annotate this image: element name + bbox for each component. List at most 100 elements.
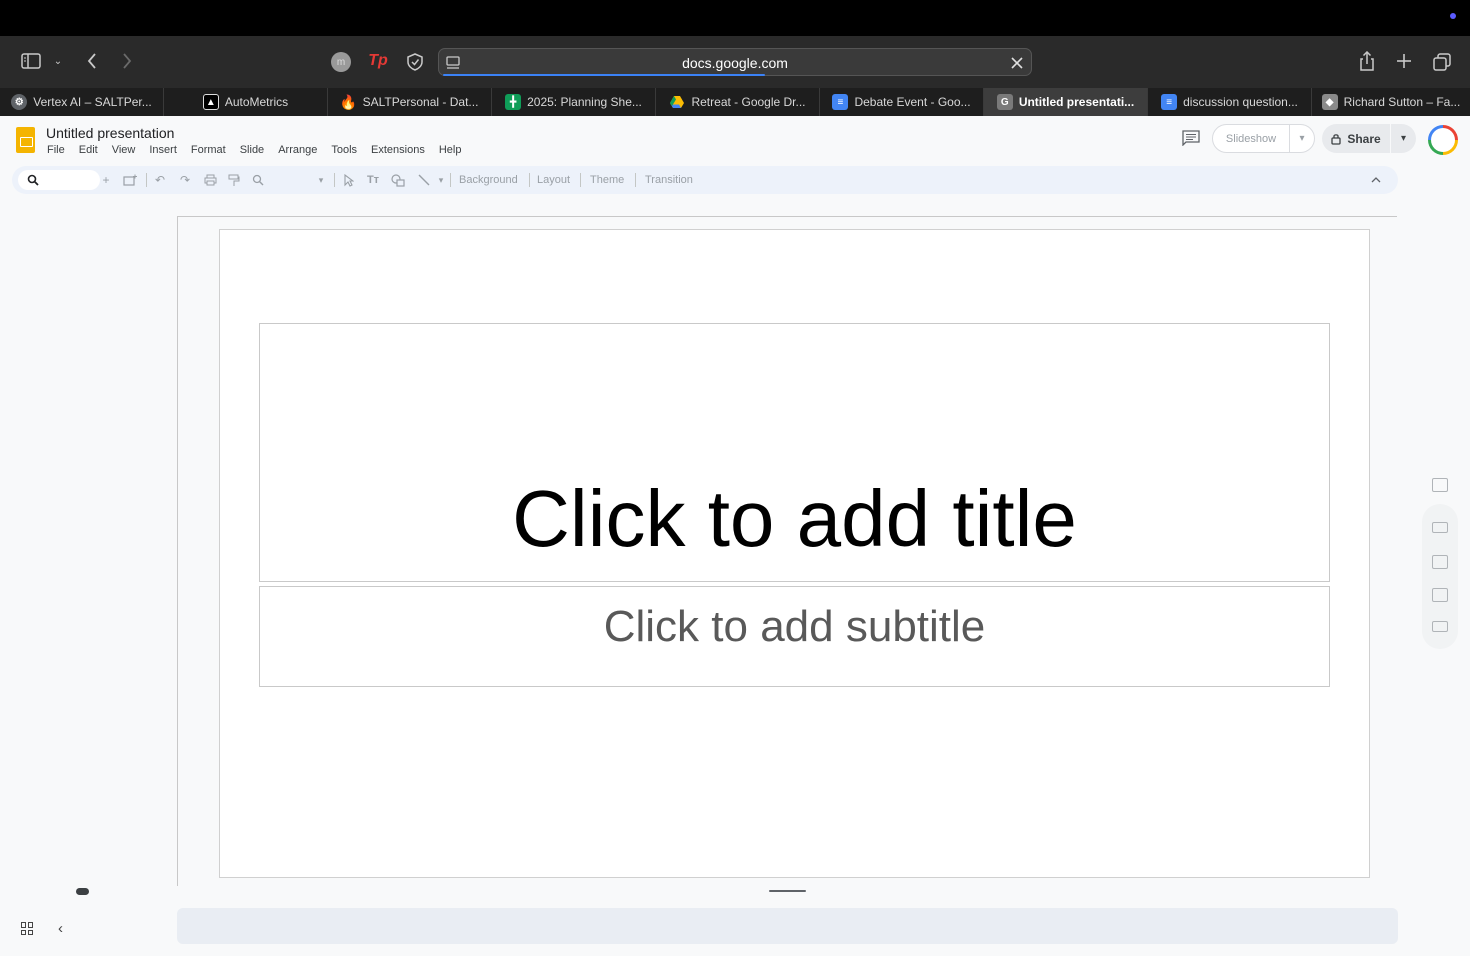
tp-extension-icon[interactable]: Tp (368, 51, 388, 71)
docs-icon: ≡ (1161, 94, 1178, 110)
paint-format-icon[interactable] (226, 172, 242, 188)
drive-icon (669, 94, 685, 110)
url-text[interactable]: docs.google.com (439, 55, 1031, 71)
theme-button[interactable]: Theme (590, 174, 624, 186)
chevron-up-icon[interactable] (1368, 172, 1384, 188)
tab-saltpersonal[interactable]: 🔥 SALTPersonal - Dat... (328, 88, 492, 116)
share-dropdown-icon[interactable]: ▾ (1390, 124, 1416, 153)
tab-overview-icon[interactable] (1432, 52, 1452, 72)
contacts-icon[interactable] (1432, 588, 1448, 602)
editing-toolbar: + ↶ ↷ ▾ Tт ▾ Background Layout Theme Tra… (12, 166, 1398, 194)
shield-icon[interactable] (405, 52, 425, 72)
share-button: Share ▾ (1322, 124, 1416, 153)
menu-extensions[interactable]: Extensions (364, 144, 432, 156)
tab-discussion-questions[interactable]: ≡ discussion question... (1148, 88, 1312, 116)
share-icon[interactable] (1358, 50, 1376, 72)
menu-edit[interactable]: Edit (72, 144, 105, 156)
sidebar-toggle-icon[interactable] (20, 52, 42, 70)
tab-label: Untitled presentati... (1018, 95, 1135, 109)
tab-label: Retreat - Google Dr... (691, 95, 806, 109)
folder-icon[interactable] (1432, 621, 1448, 632)
new-slide-layout-icon[interactable] (122, 172, 138, 188)
tab-debate-event[interactable]: ≡ Debate Event - Goo... (820, 88, 984, 116)
side-panel (1422, 466, 1458, 649)
wolf-icon: ◆ (1321, 94, 1338, 110)
subtitle-placeholder[interactable]: Click to add subtitle (260, 601, 1329, 653)
status-dot-icon (1450, 13, 1456, 19)
new-tab-icon[interactable] (1395, 52, 1413, 70)
tab-untitled-presentation[interactable]: G Untitled presentati... (984, 88, 1148, 116)
title-placeholder-box[interactable]: Click to add title (259, 323, 1330, 582)
undo-icon[interactable]: ↶ (152, 172, 168, 188)
menu-file[interactable]: File (40, 144, 72, 156)
share-main[interactable]: Share (1322, 124, 1390, 153)
tab-strip: ⚙ Vertex AI – SALTPer... ▲ AutoMetrics 🔥… (0, 88, 1470, 116)
back-arrow-icon[interactable] (84, 51, 100, 71)
layers-icon[interactable] (1432, 555, 1448, 569)
slideshow-dropdown-icon[interactable]: ▾ (1290, 125, 1314, 152)
share-label: Share (1347, 131, 1381, 146)
tab-label: 2025: Planning She... (527, 95, 642, 109)
notes-resize-handle[interactable] (769, 890, 806, 892)
redo-icon[interactable]: ↷ (177, 172, 193, 188)
g-icon: G (996, 94, 1013, 110)
side-panel-group (1422, 504, 1458, 649)
zoom-dropdown-icon[interactable]: ▾ (313, 172, 329, 188)
line-icon[interactable] (416, 172, 432, 188)
tab-vertex-ai[interactable]: ⚙ Vertex AI – SALTPer... (0, 88, 164, 116)
tab-retreat-drive[interactable]: Retreat - Google Dr... (656, 88, 820, 116)
menu-format[interactable]: Format (184, 144, 233, 156)
account-avatar[interactable] (1428, 125, 1458, 155)
profile-icon[interactable]: m (331, 52, 351, 72)
speaker-notes-area[interactable] (177, 908, 1398, 944)
tab-label: Richard Sutton – Fa... (1343, 95, 1461, 109)
chevron-left-icon[interactable]: ‹ (58, 920, 70, 937)
menu-insert[interactable]: Insert (142, 144, 184, 156)
subtitle-placeholder-box[interactable]: Click to add subtitle (259, 586, 1330, 687)
vertex-ai-icon: ⚙ (11, 94, 28, 110)
search-icon (27, 174, 39, 186)
document-title[interactable]: Untitled presentation (46, 125, 174, 141)
autometrics-icon: ▲ (202, 94, 219, 110)
new-slide-icon[interactable]: + (98, 172, 114, 188)
loading-progress-bar (443, 74, 765, 76)
slides-logo-icon[interactable] (16, 127, 35, 153)
comment-icon[interactable] (1182, 130, 1200, 147)
layout-button[interactable]: Layout (537, 174, 570, 186)
forward-arrow-icon[interactable] (119, 51, 135, 71)
sheets-icon: ╋ (505, 94, 522, 110)
slideshow-label[interactable]: Slideshow (1213, 125, 1290, 152)
browser-toolbar: ⌄ m Tp docs.google.com (0, 36, 1470, 88)
tab-planning-sheet[interactable]: ╋ 2025: Planning She... (492, 88, 656, 116)
menu-slide[interactable]: Slide (233, 144, 271, 156)
title-placeholder[interactable]: Click to add title (260, 474, 1329, 564)
print-icon[interactable] (202, 172, 218, 188)
tab-richard-sutton[interactable]: ◆ Richard Sutton – Fa... (1312, 88, 1470, 116)
background-button[interactable]: Background (459, 174, 518, 186)
keep-icon[interactable] (1432, 522, 1448, 533)
docs-icon: ≡ (832, 94, 849, 110)
close-icon[interactable] (1009, 55, 1025, 71)
firebase-icon: 🔥 (339, 93, 358, 110)
shape-icon[interactable] (390, 172, 406, 188)
line-dropdown-icon[interactable]: ▾ (433, 172, 449, 188)
menu-arrange[interactable]: Arrange (271, 144, 324, 156)
menu-view[interactable]: View (105, 144, 143, 156)
menu-bar: File Edit View Insert Format Slide Arran… (40, 144, 468, 156)
tab-label: AutoMetrics (224, 95, 289, 109)
transition-button[interactable]: Transition (645, 174, 693, 186)
zoom-icon[interactable] (250, 172, 266, 188)
menu-tools[interactable]: Tools (324, 144, 364, 156)
chevron-down-icon[interactable]: ⌄ (52, 54, 64, 68)
slide-canvas[interactable]: Click to add title Click to add subtitle (219, 229, 1370, 878)
grid-view-icon[interactable] (21, 922, 34, 935)
filmstrip-scrollbar[interactable] (76, 888, 89, 895)
text-box-icon[interactable]: Tт (365, 172, 381, 188)
image-add-icon[interactable] (1432, 478, 1448, 492)
slideshow-button: Slideshow ▾ (1212, 124, 1315, 153)
address-bar[interactable]: docs.google.com (438, 48, 1032, 76)
select-cursor-icon[interactable] (341, 172, 357, 188)
search-menus-input[interactable] (18, 170, 100, 190)
menu-help[interactable]: Help (432, 144, 469, 156)
tab-autometrics[interactable]: ▲ AutoMetrics (164, 88, 328, 116)
